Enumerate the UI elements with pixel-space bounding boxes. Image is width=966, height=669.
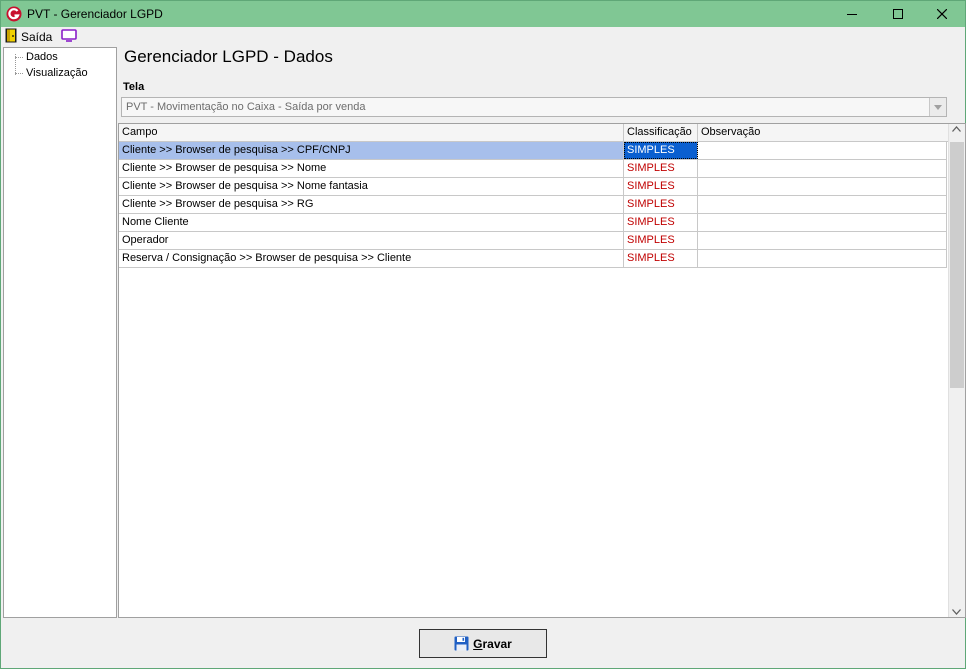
scroll-up-icon[interactable] — [952, 126, 961, 132]
door-exit-icon[interactable] — [5, 28, 17, 43]
save-button-label: Gravar — [473, 637, 512, 651]
tree-connector — [15, 57, 23, 58]
cell-campo[interactable]: Cliente >> Browser de pesquisa >> CPF/CN… — [119, 142, 624, 159]
grid-header: Campo Classificação Observação — [119, 124, 948, 142]
cell-classificacao[interactable]: SIMPLES — [624, 232, 698, 249]
table-row[interactable]: Cliente >> Browser de pesquisa >> Nome f… — [119, 178, 947, 196]
save-button[interactable]: Gravar — [419, 629, 547, 658]
cell-classificacao[interactable]: SIMPLES — [624, 250, 698, 267]
table-row[interactable]: Reserva / Consignação >> Browser de pesq… — [119, 250, 947, 268]
column-header-campo[interactable]: Campo — [119, 124, 624, 141]
table-row[interactable]: Nome Cliente SIMPLES — [119, 214, 947, 232]
monitor-icon[interactable] — [61, 29, 77, 42]
scrollbar-thumb[interactable] — [950, 142, 964, 388]
tree-connector — [15, 73, 23, 74]
table-row[interactable]: Cliente >> Browser de pesquisa >> Nome S… — [119, 160, 947, 178]
cell-classificacao[interactable]: SIMPLES — [624, 142, 698, 159]
tree-item-visualizacao[interactable]: Visualização — [26, 67, 88, 79]
tree-item-dados[interactable]: Dados — [26, 51, 58, 63]
column-header-classificacao[interactable]: Classificação — [624, 124, 698, 141]
exit-menu-item[interactable]: Saída — [21, 30, 52, 44]
close-icon — [937, 9, 947, 19]
minimize-button[interactable] — [829, 1, 875, 27]
cell-observacao[interactable] — [698, 160, 947, 177]
close-button[interactable] — [919, 1, 965, 27]
screen-select[interactable]: PVT - Movimentação no Caixa - Saída por … — [121, 97, 947, 117]
table-row[interactable]: Cliente >> Browser de pesquisa >> RG SIM… — [119, 196, 947, 214]
screen-select-dropdown-button[interactable] — [929, 98, 946, 116]
cell-classificacao[interactable]: SIMPLES — [624, 214, 698, 231]
cell-observacao[interactable] — [698, 214, 947, 231]
cell-campo[interactable]: Nome Cliente — [119, 214, 624, 231]
cell-campo[interactable]: Cliente >> Browser de pesquisa >> Nome — [119, 160, 624, 177]
table-row[interactable]: Cliente >> Browser de pesquisa >> CPF/CN… — [119, 142, 947, 160]
screen-select-value: PVT - Movimentação no Caixa - Saída por … — [126, 101, 366, 113]
cell-observacao[interactable] — [698, 232, 947, 249]
cell-campo[interactable]: Cliente >> Browser de pesquisa >> Nome f… — [119, 178, 624, 195]
table-row[interactable]: Operador SIMPLES — [119, 232, 947, 250]
minimize-icon — [847, 14, 857, 15]
cell-campo[interactable]: Operador — [119, 232, 624, 249]
title-bar[interactable]: PVT - Gerenciador LGPD — [1, 1, 965, 27]
screen-select-label: Tela — [123, 81, 145, 93]
cell-campo[interactable]: Cliente >> Browser de pesquisa >> RG — [119, 196, 624, 213]
maximize-button[interactable] — [875, 1, 921, 27]
cell-classificacao[interactable]: SIMPLES — [624, 178, 698, 195]
menu-bar: Saída — [1, 27, 965, 47]
cell-observacao[interactable] — [698, 196, 947, 213]
scroll-down-icon[interactable] — [952, 609, 961, 615]
column-header-observacao[interactable]: Observação — [698, 124, 948, 141]
window-title: PVT - Gerenciador LGPD — [27, 7, 163, 21]
cell-classificacao[interactable]: SIMPLES — [624, 160, 698, 177]
maximize-icon — [893, 9, 903, 19]
cell-observacao[interactable] — [698, 250, 947, 267]
floppy-disk-icon — [454, 636, 469, 651]
app-logo-icon — [6, 6, 22, 22]
cell-observacao[interactable] — [698, 178, 947, 195]
cell-classificacao[interactable]: SIMPLES — [624, 196, 698, 213]
app-window: PVT - Gerenciador LGPD Saída Dados Visua… — [0, 0, 966, 669]
grid-vertical-scrollbar[interactable] — [948, 124, 965, 617]
navigation-tree: Dados Visualização — [3, 47, 117, 618]
save-button-label-rest: ravar — [482, 636, 512, 651]
cell-observacao[interactable] — [698, 142, 947, 159]
data-grid[interactable]: Campo Classificação Observação Cliente >… — [118, 123, 966, 618]
chevron-down-icon — [934, 104, 942, 110]
cell-campo[interactable]: Reserva / Consignação >> Browser de pesq… — [119, 250, 624, 267]
page-title: Gerenciador LGPD - Dados — [124, 47, 333, 66]
